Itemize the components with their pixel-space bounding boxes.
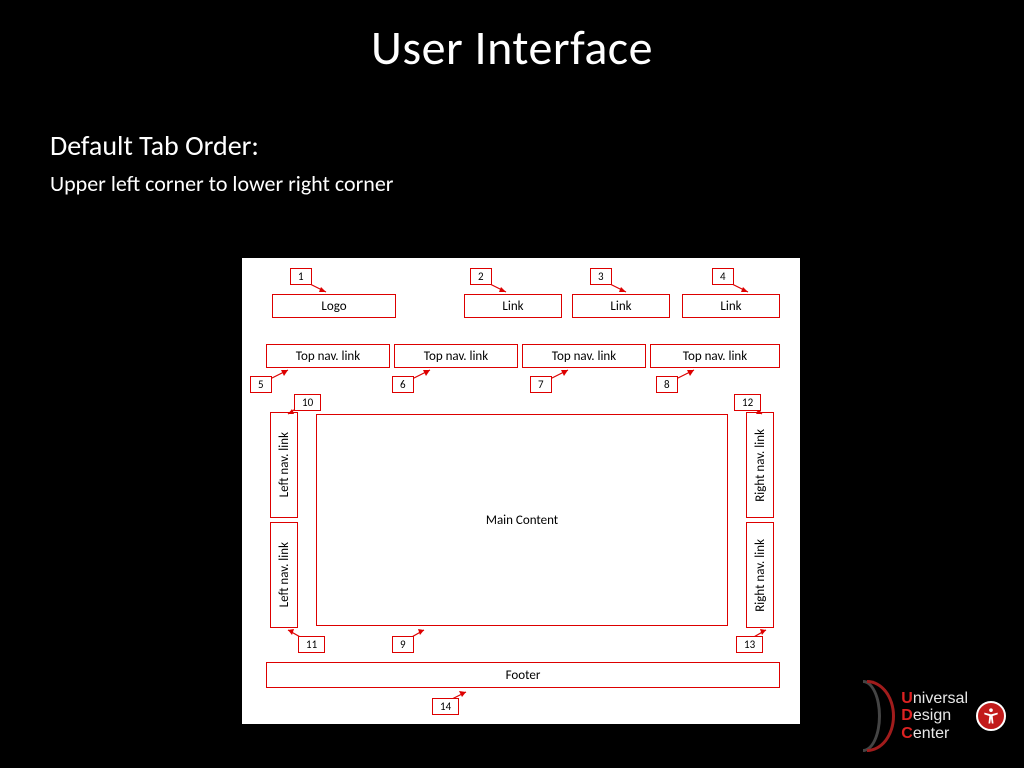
tab-number-1: 1 [290, 268, 312, 285]
rightnav-link-1: Right nav. link [746, 412, 774, 518]
tab-number-4: 4 [712, 268, 734, 285]
section-subtitle: Default Tab Order: [50, 128, 259, 163]
tab-number-5: 5 [250, 376, 272, 393]
tab-number-12: 12 [734, 394, 761, 411]
tab-number-14: 14 [432, 698, 459, 715]
leftnav-link-2: Left nav. link [270, 522, 298, 628]
tab-number-6: 6 [392, 376, 414, 393]
section-body: Upper left corner to lower right corner [50, 170, 393, 197]
topnav-link-3: Top nav. link [522, 344, 646, 368]
brand-logo: Universal Design Center [863, 680, 1006, 752]
leftnav-link-1: Left nav. link [270, 412, 298, 518]
accessibility-icon [976, 701, 1006, 731]
tab-number-13: 13 [736, 636, 763, 653]
topnav-link-2: Top nav. link [394, 344, 518, 368]
tab-number-3: 3 [590, 268, 612, 285]
header-link-3: Link [682, 294, 780, 318]
topnav-link-1: Top nav. link [266, 344, 390, 368]
brand-text: Universal Design Center [901, 690, 968, 743]
rightnav-link-2: Right nav. link [746, 522, 774, 628]
footer-box: Footer [266, 662, 780, 688]
topnav-link-4: Top nav. link [650, 344, 780, 368]
brand-arcs-icon [863, 680, 897, 752]
header-link-1: Link [464, 294, 562, 318]
tab-number-11: 11 [298, 636, 325, 653]
tab-number-10: 10 [294, 394, 321, 411]
tab-number-9: 9 [392, 636, 414, 653]
page-title: User Interface [0, 0, 1024, 77]
main-content-box: Main Content [316, 414, 728, 626]
tab-number-8: 8 [656, 376, 678, 393]
tab-order-diagram: Logo Link Link Link 1 2 3 4 Top nav. lin… [242, 258, 800, 724]
logo-box: Logo [272, 294, 396, 318]
tab-number-2: 2 [470, 268, 492, 285]
tab-number-7: 7 [530, 376, 552, 393]
header-link-2: Link [572, 294, 670, 318]
